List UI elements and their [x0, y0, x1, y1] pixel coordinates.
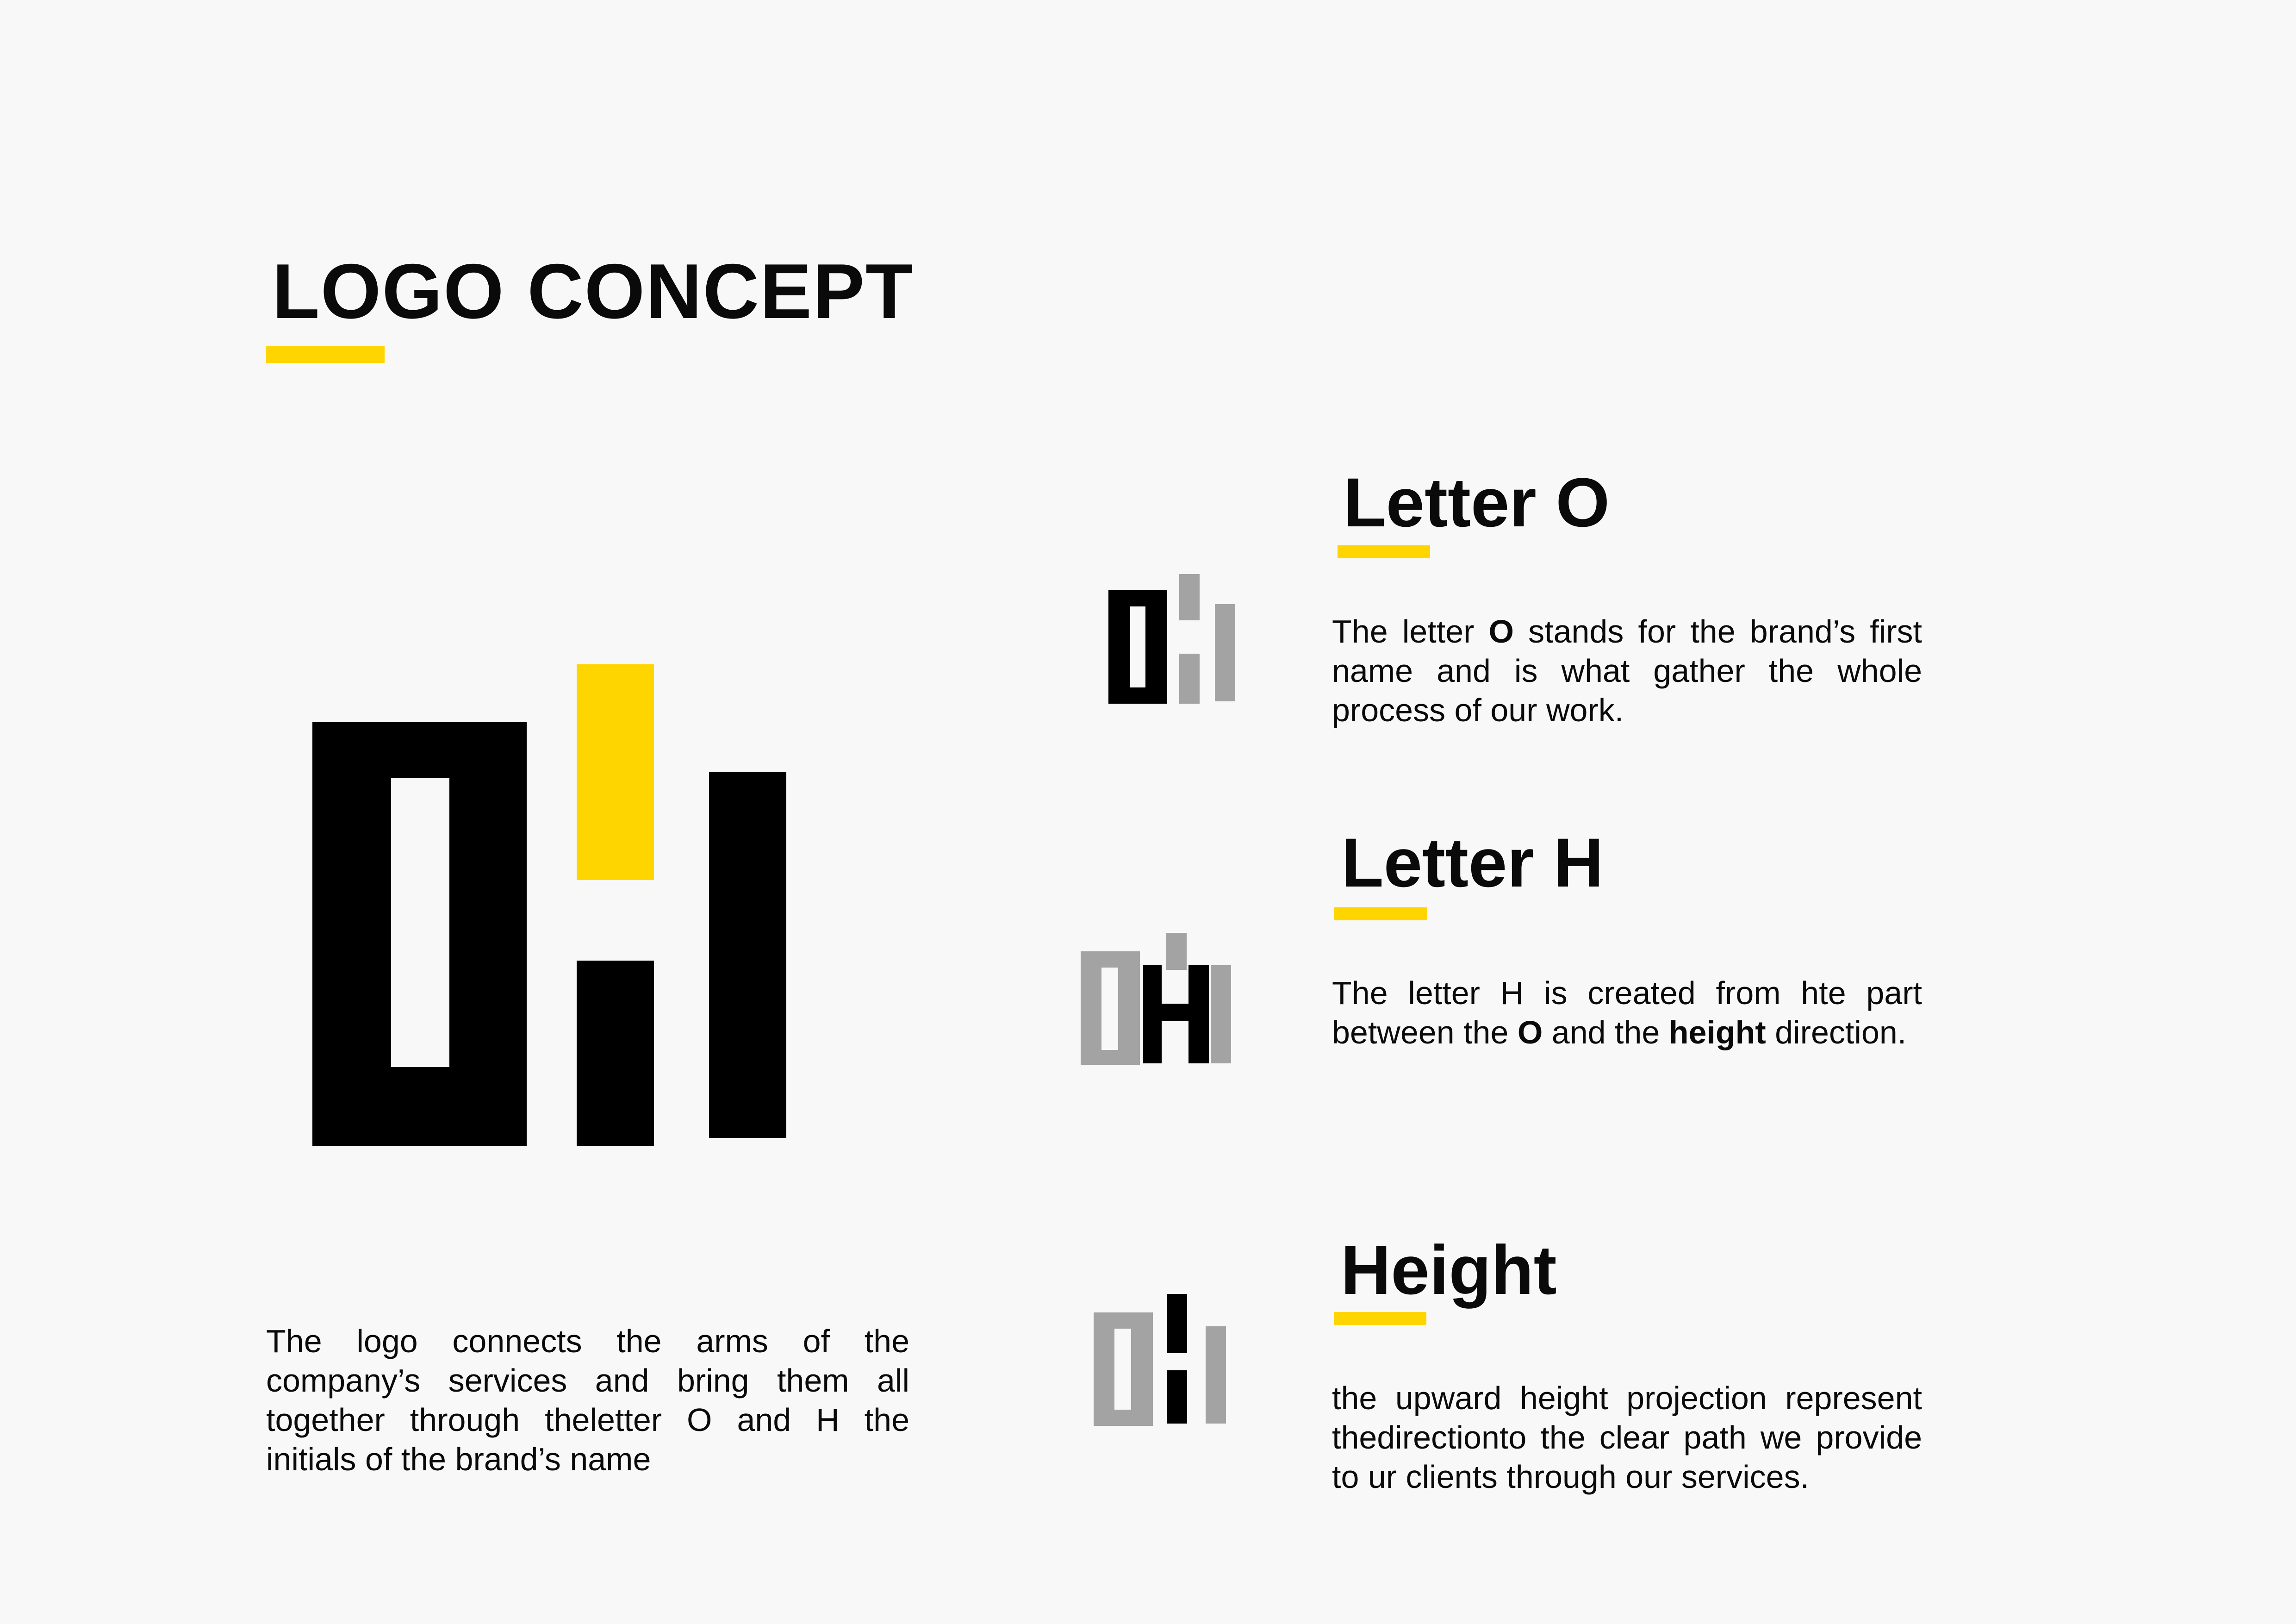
bold-height: height — [1668, 1014, 1766, 1050]
icon-o-bar-right — [1215, 604, 1235, 701]
section-text-letter-o: The letter O stands for the brand’s firs… — [1332, 612, 1922, 730]
section-text-height: the upward height projection represent t… — [1332, 1380, 1922, 1495]
page-title: LOGO CONCEPT — [272, 248, 914, 335]
icon-height-bar-right — [1206, 1326, 1226, 1424]
section-heading-height: Height — [1341, 1231, 1557, 1309]
bold-o: O — [1517, 1014, 1543, 1050]
icon-o-bar-bottom — [1179, 654, 1200, 704]
logo-h-left-stem — [577, 961, 654, 1146]
logo-letter-o-counter — [391, 778, 449, 1067]
icon-h-right-stem — [1188, 965, 1209, 1063]
icon-height-bar-bottom — [1167, 1370, 1187, 1424]
text-part: and the — [1543, 1014, 1669, 1050]
icon-o-bar-top — [1179, 574, 1200, 620]
icon-height-o-counter — [1114, 1329, 1131, 1410]
text-part: direction. — [1766, 1014, 1907, 1050]
icon-h-left-stem — [1143, 965, 1162, 1063]
section-text-letter-h: The letter H is created from hte part be… — [1332, 974, 1922, 1052]
logo-height-bar-yellow — [577, 664, 654, 880]
icon-h-o-counter — [1101, 968, 1118, 1050]
section-heading-letter-h: Letter H — [1341, 824, 1604, 901]
title-underline — [266, 346, 385, 363]
section-heading-letter-o: Letter O — [1344, 463, 1610, 541]
section-underline-letter-h — [1334, 907, 1427, 920]
icon-h-bar-right — [1211, 965, 1231, 1063]
bold-o: O — [1488, 613, 1514, 650]
section-underline-height — [1334, 1312, 1426, 1325]
text-part: The letter — [1332, 613, 1489, 650]
icon-h-bar-top — [1166, 933, 1187, 970]
intro-paragraph: The logo connects the arms of the compan… — [266, 1323, 909, 1477]
icon-height-bar-top — [1167, 1294, 1187, 1353]
section-underline-letter-o — [1338, 545, 1430, 558]
logo-h-right-stem — [709, 772, 786, 1138]
icon-o-counter — [1130, 606, 1145, 687]
